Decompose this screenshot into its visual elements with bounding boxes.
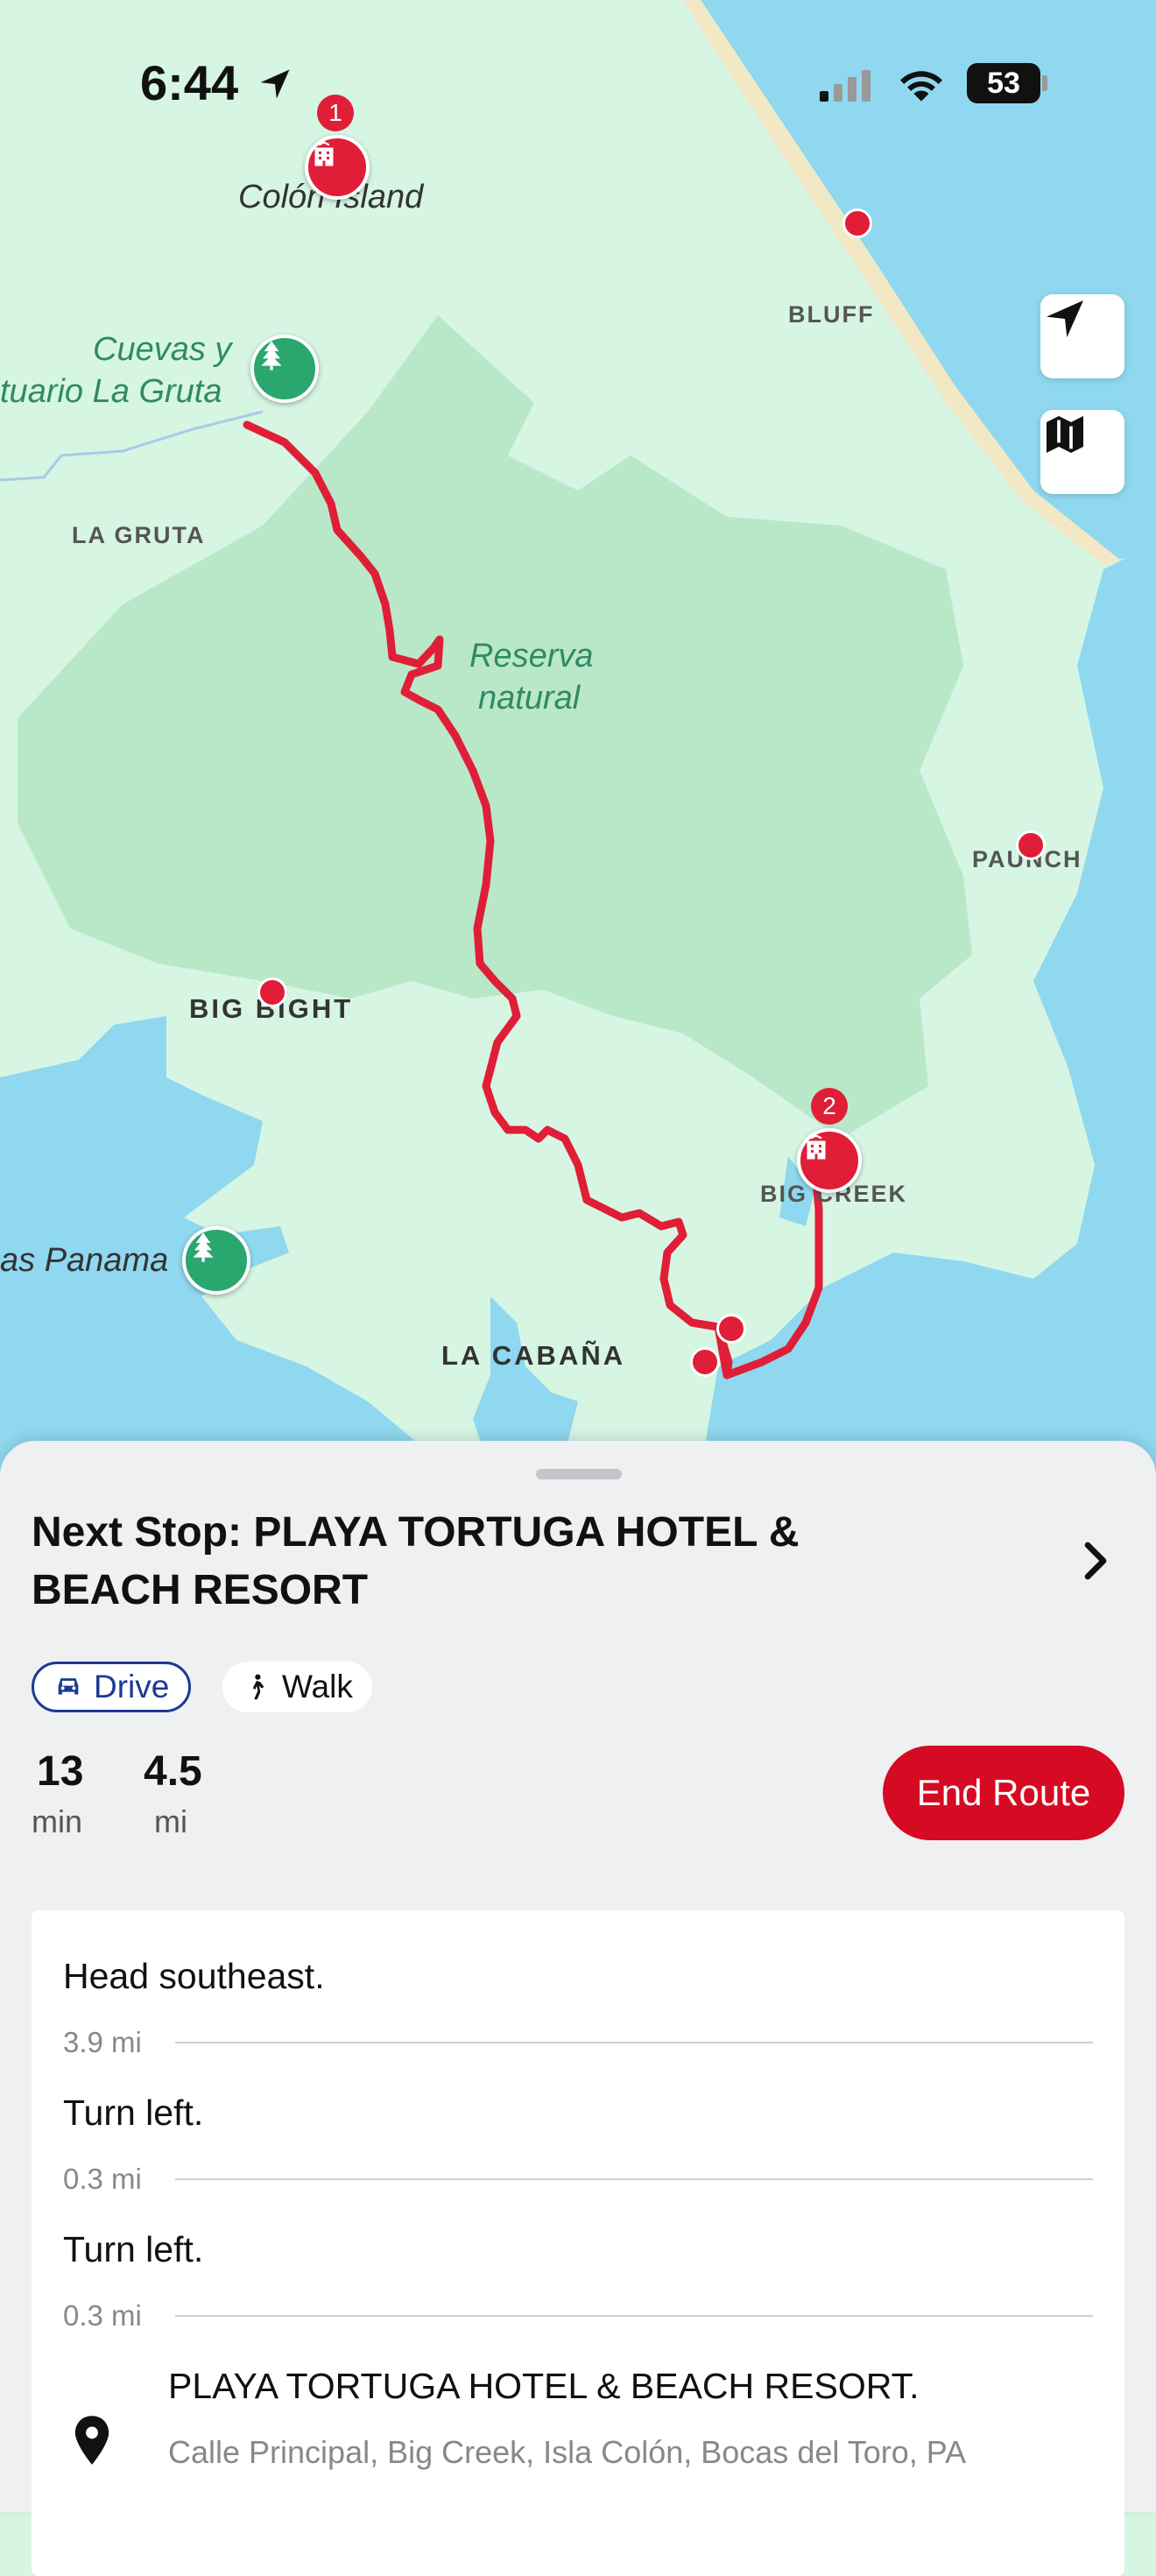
step-divider (175, 2315, 1093, 2317)
route-distance-unit: mi (154, 1803, 187, 1839)
map-style-button[interactable] (1040, 410, 1124, 494)
location-arrow-icon (1047, 300, 1083, 337)
hotel-pin-1[interactable] (305, 135, 370, 200)
map-poi-dot[interactable] (257, 977, 287, 1007)
map-canvas (0, 0, 1156, 1471)
map-view[interactable]: 6:44 53 Colón Island Cuevas y tuario La … (0, 0, 1156, 1471)
hotel-pin-1-badge: 1 (317, 95, 354, 131)
sheet-grabber[interactable] (536, 1469, 622, 1479)
car-icon (58, 1678, 79, 1695)
hotel-pin-2-badge: 2 (811, 1088, 848, 1125)
walking-person-icon (252, 1674, 264, 1700)
route-time-unit: min (32, 1803, 83, 1839)
hotel-icon (807, 1134, 826, 1160)
route-distance-value: 4.5 (144, 1748, 202, 1795)
map-poi-dot[interactable] (1016, 830, 1046, 860)
map-label-reserva-line2: natural (478, 680, 581, 716)
map-label-bluff: BLUFF (788, 301, 875, 328)
route-waypoint-dot[interactable] (716, 1314, 746, 1344)
map-label-cuevas-line1: Cuevas y (93, 331, 232, 368)
step-distance: 0.3 mi (63, 2163, 142, 2195)
drive-mode-button[interactable]: Drive (32, 1662, 192, 1712)
location-pin-icon (74, 2416, 109, 2465)
destination-name[interactable]: PLAYA TORTUGA HOTEL & BEACH RESORT. (168, 2366, 919, 2407)
hotel-pin-2[interactable] (797, 1128, 862, 1193)
step-instruction[interactable]: Head southeast. (63, 1956, 325, 1997)
step-instruction[interactable]: Turn left. (63, 2093, 203, 2134)
walk-mode-button[interactable]: Walk (222, 1662, 372, 1712)
park-pin-cuevas[interactable] (250, 335, 319, 403)
recenter-location-button[interactable] (1040, 294, 1124, 378)
map-label-reserva-line1: Reserva (469, 638, 594, 674)
park-pin-panama[interactable] (182, 1226, 250, 1295)
map-poi-dot[interactable] (842, 208, 872, 238)
step-distance: 0.3 mi (63, 2299, 142, 2332)
next-stop-title[interactable]: Next Stop: PLAYA TORTUGA HOTEL & BEACH R… (32, 1504, 960, 1620)
cellular-signal-icon (820, 70, 871, 102)
walk-mode-label: Walk (282, 1669, 353, 1704)
map-label-cuevas-line2: tuario La Gruta (0, 373, 222, 410)
end-route-button[interactable]: End Route (883, 1746, 1124, 1840)
wifi-icon (900, 71, 942, 102)
tree-icon (261, 341, 282, 371)
route-time-value: 13 (37, 1748, 84, 1795)
map-label-la-cabana: LA CABAÑA (441, 1340, 626, 1371)
step-instruction[interactable]: Turn left. (63, 2229, 203, 2270)
chevron-right-icon[interactable] (1072, 1537, 1119, 1584)
battery-cap (1042, 75, 1047, 91)
destination-address: Calle Principal, Big Creek, Isla Colón, … (168, 2434, 967, 2470)
route-start-dot[interactable] (690, 1347, 720, 1377)
status-time: 6:44 (140, 55, 239, 110)
tree-icon (193, 1232, 214, 1262)
battery-level: 53 (987, 66, 1020, 100)
drive-mode-label: Drive (94, 1669, 170, 1704)
map-icon (1047, 416, 1083, 453)
step-distance: 3.9 mi (63, 2026, 142, 2058)
map-label-la-gruta: LA GRUTA (72, 522, 206, 548)
battery-indicator: 53 (967, 63, 1040, 103)
location-services-icon (260, 69, 290, 99)
hotel-icon (314, 141, 334, 166)
map-label-panama: as Panama (0, 1242, 169, 1279)
directions-sheet: Next Stop: PLAYA TORTUGA HOTEL & BEACH R… (0, 1441, 1156, 2576)
step-divider (175, 2042, 1093, 2043)
step-divider (175, 2178, 1093, 2180)
directions-steps-list: Head southeast. 3.9 mi Turn left. 0.3 mi… (32, 1910, 1124, 2576)
